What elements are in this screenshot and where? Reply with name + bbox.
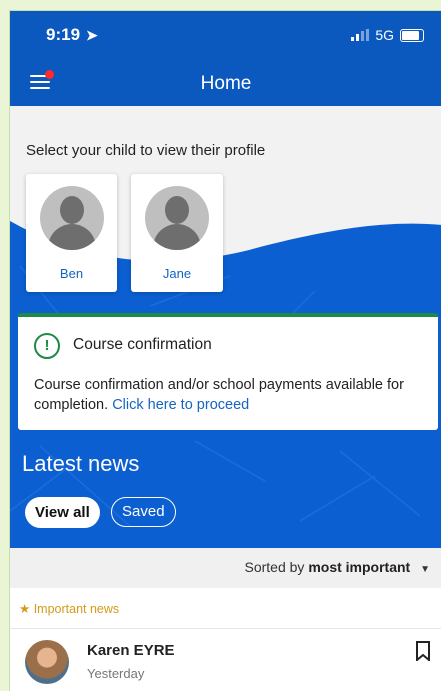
top-app-bar: 9:19 ➤ 5G Home (10, 11, 441, 106)
child-card-ben[interactable]: Ben (26, 174, 117, 292)
child-card-jane[interactable]: Jane (131, 174, 223, 292)
sort-value: most important (308, 559, 411, 575)
sort-selector[interactable]: Sorted by most important ▼ (244, 559, 430, 575)
status-indicators: 5G (351, 27, 424, 43)
network-type: 5G (375, 27, 394, 43)
news-list-item[interactable]: Karen EYRE Yesterday (10, 629, 441, 691)
course-title: Course confirmation (73, 336, 212, 353)
signal-icon (351, 29, 370, 41)
section-label: Important news (33, 602, 120, 616)
app-screen: 9:19 ➤ 5G Home Select your child to view … (9, 10, 441, 691)
avatar (145, 186, 209, 250)
child-name: Ben (59, 266, 84, 281)
avatar (39, 186, 104, 250)
news-author: Karen EYRE (87, 642, 175, 659)
course-body: Course confirmation and/or school paymen… (34, 375, 424, 415)
star-icon: ★ (19, 602, 31, 616)
sort-prefix: Sorted by (244, 559, 305, 575)
battery-icon (400, 28, 424, 42)
filter-view-all[interactable]: View all (25, 497, 100, 528)
caret-down-icon: ▼ (420, 564, 430, 575)
important-label: ★ Important news (19, 601, 119, 616)
latest-news-heading: Latest news (22, 451, 140, 476)
page-title: Home (200, 73, 252, 94)
course-confirmation-card[interactable]: ! Course confirmation Course confirmatio… (18, 313, 438, 430)
important-news-header: ★ Important news (10, 588, 441, 629)
alert-circle-icon: ! (34, 333, 60, 359)
news-date: Yesterday (87, 666, 145, 681)
avatar (25, 640, 69, 684)
bookmark-icon[interactable] (415, 641, 431, 661)
location-arrow-icon: ➤ (86, 27, 98, 43)
sort-bar: Sorted by most important ▼ (10, 548, 441, 588)
child-select-prompt: Select your child to view their profile (26, 142, 266, 159)
filter-saved[interactable]: Saved (111, 497, 176, 527)
proceed-link[interactable]: Click here to proceed (112, 397, 249, 413)
child-name: Jane (162, 266, 192, 281)
status-time: 9:19 ➤ (46, 25, 98, 44)
